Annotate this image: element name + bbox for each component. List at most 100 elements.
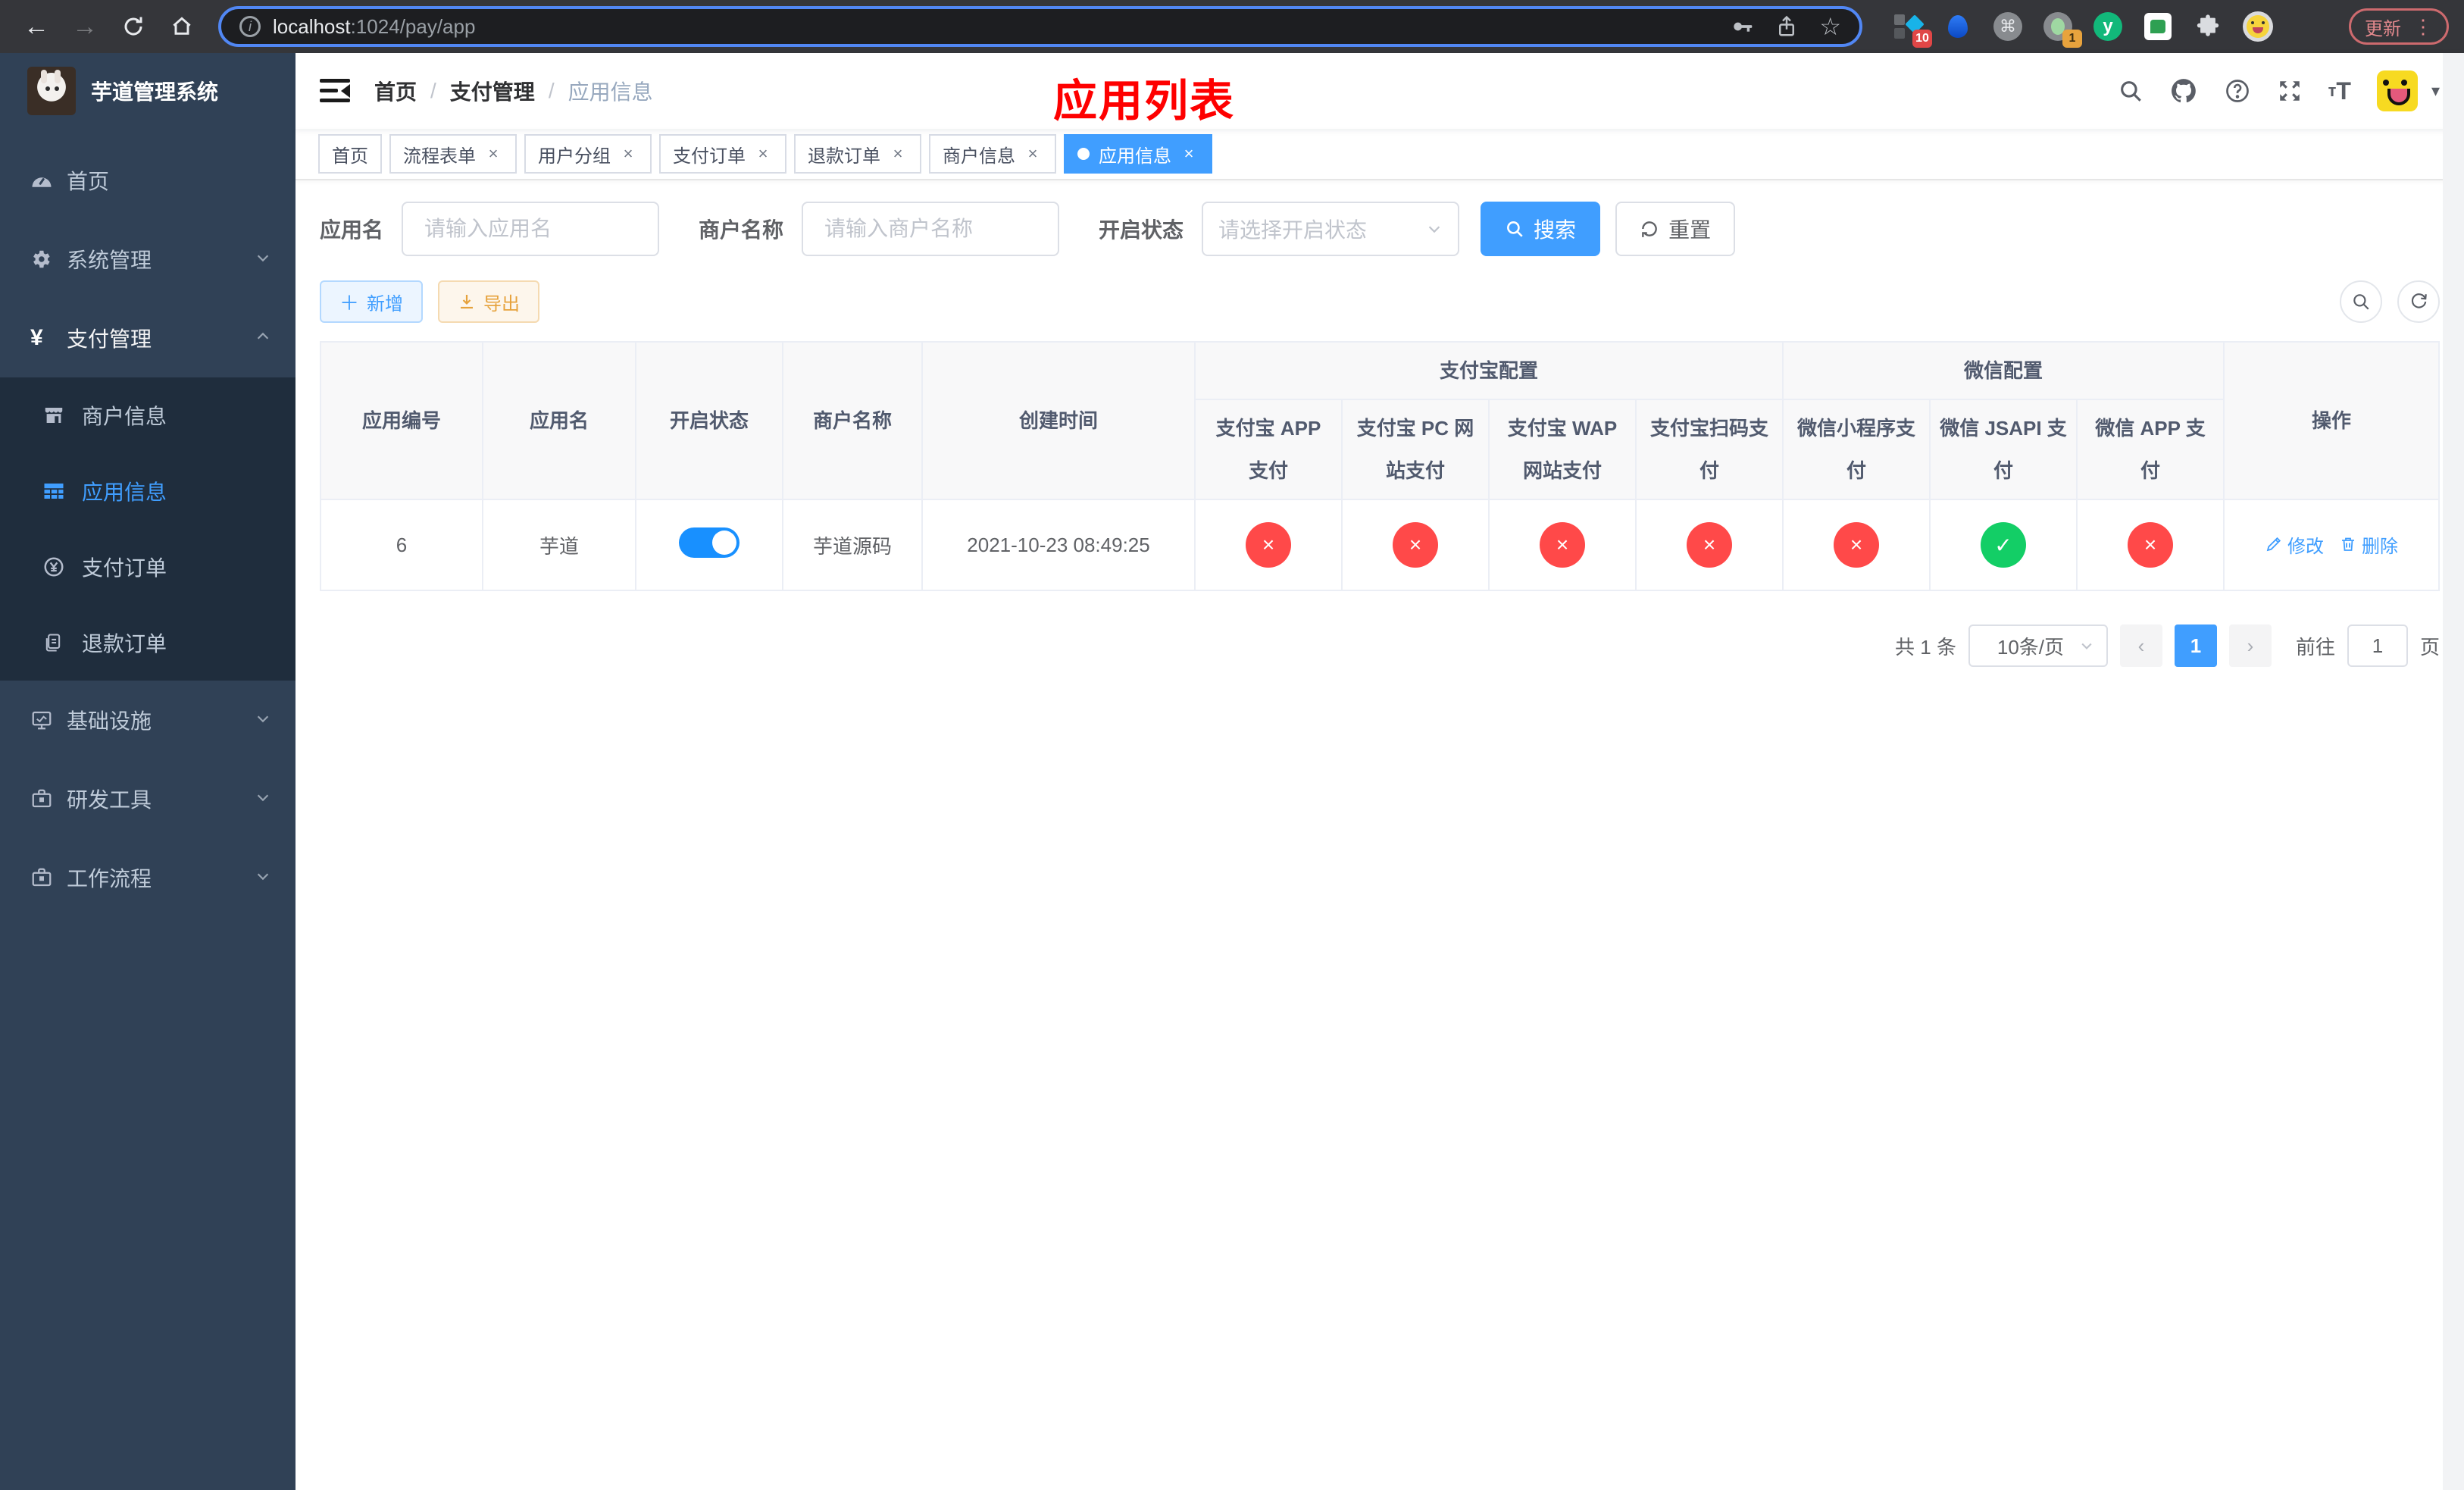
tab-home[interactable]: 首页: [318, 134, 382, 174]
close-icon[interactable]: ×: [1179, 144, 1199, 164]
reset-button[interactable]: 重置: [1615, 202, 1736, 256]
export-button[interactable]: 导出: [438, 280, 540, 323]
sidebar-item-infra[interactable]: 基础设施: [0, 681, 295, 759]
font-size-icon[interactable]: тT: [2328, 77, 2351, 105]
sidebar-item-workflow[interactable]: 工作流程: [0, 838, 295, 917]
prev-page-button[interactable]: ‹: [2119, 624, 2162, 667]
update-label: 更新: [2365, 18, 2401, 39]
breadcrumb-home[interactable]: 首页: [374, 76, 417, 106]
close-icon[interactable]: ×: [618, 144, 638, 164]
tab-merchant-info[interactable]: 商户信息 ×: [929, 134, 1056, 174]
alipay-pc-status-icon: ×: [1393, 522, 1438, 568]
search-button[interactable]: 搜索: [1481, 202, 1601, 256]
close-icon[interactable]: ×: [753, 144, 773, 164]
sidebar-item-app-info[interactable]: 应用信息: [0, 453, 295, 529]
add-button[interactable]: ＋ 新增: [320, 280, 424, 323]
sidebar-item-system[interactable]: 系统管理: [0, 220, 295, 299]
close-icon[interactable]: ×: [483, 144, 503, 164]
chat-extension-icon[interactable]: [2143, 11, 2173, 42]
sidebar: 芋道管理系统 首页 系统管理 ¥ 支付管理 商户信息 应用信息 支付订单 退款订…: [0, 53, 295, 1490]
alipay-qr-status-icon: ×: [1687, 522, 1732, 568]
app-content: 应用名 商户名称 开启状态 请选择开启状态 搜索: [295, 180, 2464, 1490]
tab-refund-order[interactable]: 退款订单 ×: [794, 134, 921, 174]
status-select[interactable]: 请选择开启状态: [1202, 202, 1460, 256]
page-1-button[interactable]: 1: [2174, 624, 2217, 667]
sidebar-fold-icon[interactable]: [320, 79, 350, 103]
page-scrollbar-gutter[interactable]: [2443, 53, 2464, 1490]
yuque-extension-icon[interactable]: y: [2093, 11, 2123, 42]
adblock-extension-icon[interactable]: 10: [1893, 11, 1932, 48]
store-icon: [42, 404, 82, 427]
browser-profile-avatar[interactable]: [2243, 11, 2273, 42]
site-info-icon[interactable]: i: [239, 16, 261, 37]
enabled-switch[interactable]: [679, 527, 740, 558]
browser-back-icon[interactable]: ←: [15, 5, 58, 48]
browser-forward-icon[interactable]: →: [64, 5, 106, 48]
app-name-input-wrap: [402, 202, 660, 256]
browser-update-button[interactable]: 更新 ⋮: [2349, 8, 2449, 45]
goto-page-input[interactable]: [2347, 624, 2408, 667]
sidebar-item-pay-order[interactable]: 支付订单: [0, 529, 295, 605]
browser-reload-icon[interactable]: [112, 5, 155, 48]
trash-icon: [2342, 537, 2355, 552]
cell-merchant: 芋道源码: [782, 499, 923, 591]
monitor-chart-icon: [30, 709, 67, 731]
cell-actions: 修改 删除: [2223, 499, 2440, 591]
logo-image: [27, 67, 76, 115]
tab-process-form[interactable]: 流程表单 ×: [389, 134, 517, 174]
app-name-label: 应用名: [320, 218, 384, 242]
header-search-icon[interactable]: [2118, 78, 2143, 104]
navbar: 首页 / 支付管理 / 应用信息 应用列表 тT ▾: [295, 53, 2464, 129]
merchant-name-input[interactable]: [821, 215, 1040, 243]
sidebar-item-devtool[interactable]: 研发工具: [0, 759, 295, 838]
table-toolbar: ＋ 新增 导出: [320, 280, 2440, 323]
tab-app-info[interactable]: 应用信息 ×: [1064, 134, 1212, 174]
page-title: 应用列表: [1053, 77, 1236, 126]
browser-menu-kebab-icon[interactable]: ⋮: [2413, 15, 2433, 39]
home-icon: [173, 17, 191, 35]
user-avatar[interactable]: [2376, 70, 2418, 111]
refresh-table-button[interactable]: [2397, 280, 2440, 323]
alipay-wap-status-icon: ×: [1540, 522, 1585, 568]
col-header-wx-mini: 微信小程序支付: [1782, 399, 1931, 500]
goto-label: 前往: [2295, 635, 2335, 659]
delete-button[interactable]: 删除: [2339, 531, 2398, 558]
sidebar-item-home[interactable]: 首页: [0, 141, 295, 220]
share-icon[interactable]: [1775, 14, 1798, 39]
yen-icon: ¥: [30, 325, 43, 350]
password-key-icon[interactable]: [1730, 14, 1754, 39]
green-dot-extension-icon[interactable]: 1: [2043, 11, 2082, 48]
close-icon[interactable]: ×: [888, 144, 908, 164]
next-page-button[interactable]: ›: [2228, 624, 2272, 667]
tab-user-group[interactable]: 用户分组 ×: [524, 134, 652, 174]
sidebar-logo[interactable]: 芋道管理系统: [0, 53, 295, 129]
fullscreen-icon[interactable]: [2277, 78, 2303, 104]
page-size-select[interactable]: 10条/页: [1968, 624, 2108, 667]
sidebar-item-merchant-info[interactable]: 商户信息: [0, 377, 295, 453]
breadcrumb-pay[interactable]: 支付管理: [450, 76, 535, 106]
address-bar[interactable]: i localhost:1024/pay/app ☆: [218, 6, 1862, 47]
tab-pay-order[interactable]: 支付订单 ×: [659, 134, 786, 174]
sidebar-label-infra: 基础设施: [67, 709, 152, 733]
cell-created: 2021-10-23 08:49:25: [921, 499, 1196, 591]
search-form: 应用名 商户名称 开启状态 请选择开启状态 搜索: [320, 202, 2440, 256]
avatar-caret-icon[interactable]: ▾: [2431, 81, 2440, 101]
github-icon[interactable]: [2169, 77, 2198, 105]
close-icon[interactable]: ×: [1023, 144, 1043, 164]
app-name-input[interactable]: [421, 215, 640, 243]
pagination: 共 1 条 10条/页 ‹ 1 › 前往 页: [320, 624, 2440, 667]
browser-home-icon[interactable]: [161, 5, 203, 48]
extensions-cluster: 10 ⌘ 1 y: [1893, 11, 2273, 48]
command-extension-icon[interactable]: ⌘: [1993, 11, 2023, 42]
balloon-extension-icon[interactable]: [1943, 11, 1973, 42]
bookmark-star-icon[interactable]: ☆: [1819, 12, 1841, 41]
sidebar-item-pay[interactable]: ¥ 支付管理: [0, 299, 295, 377]
col-header-actions: 操作: [2223, 341, 2440, 500]
edit-button[interactable]: 修改: [2265, 531, 2324, 558]
refresh-icon: [2411, 293, 2427, 308]
help-icon[interactable]: [2224, 77, 2251, 105]
extensions-puzzle-icon[interactable]: [2193, 11, 2223, 42]
col-header-name: 应用名: [482, 341, 636, 500]
toggle-search-button[interactable]: [2340, 280, 2382, 323]
sidebar-item-refund-order[interactable]: 退款订单: [0, 605, 295, 681]
